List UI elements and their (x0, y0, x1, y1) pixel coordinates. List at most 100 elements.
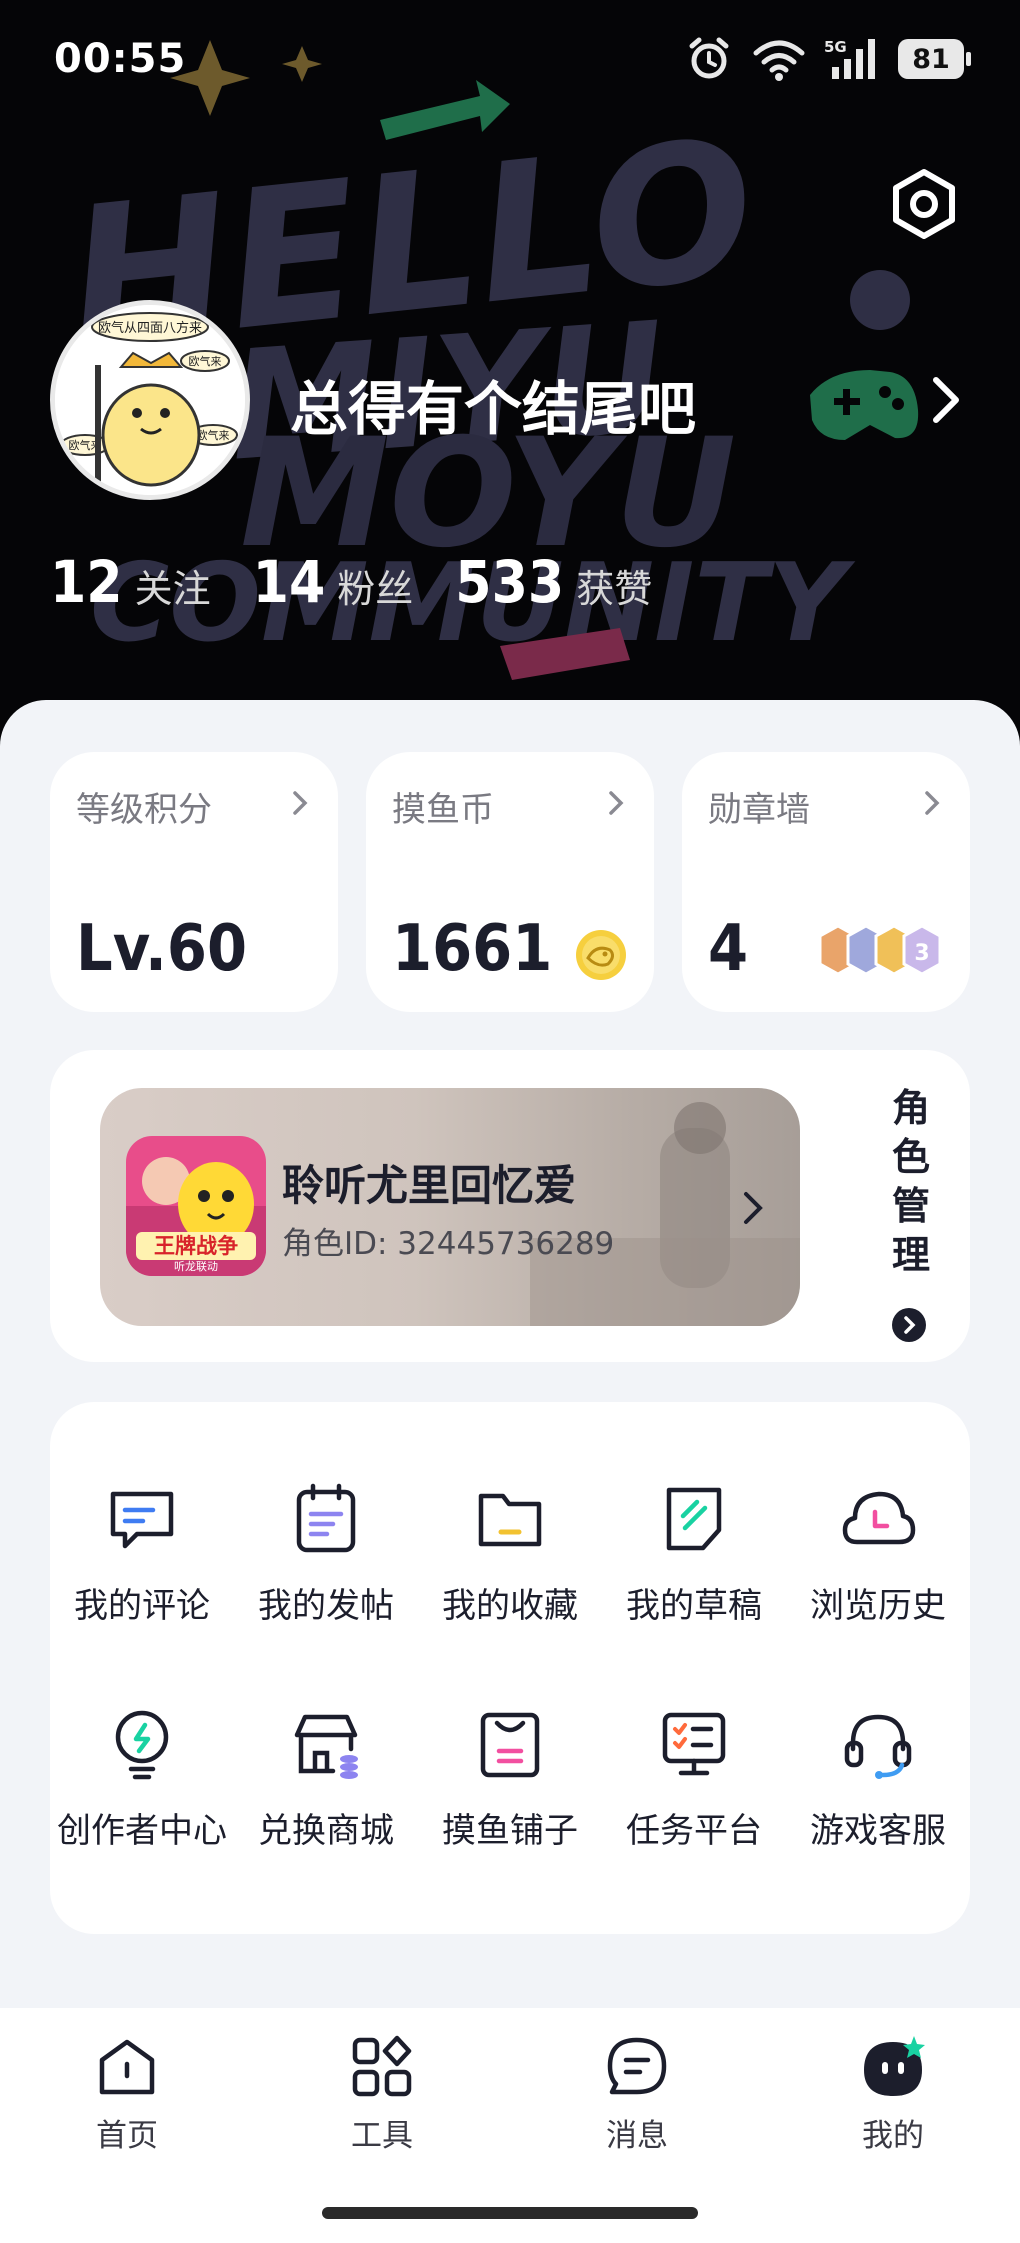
home-indicator[interactable] (322, 2207, 698, 2219)
headset-icon (844, 1714, 912, 1779)
nav-tools[interactable]: 工具 (302, 2034, 462, 2155)
chevron-right-icon (609, 791, 624, 815)
battery-level: 81 (912, 43, 950, 75)
my-drafts-item[interactable]: 我的草稿 (602, 1480, 786, 1627)
game-icon-subtitle: 听龙联动 (174, 1260, 218, 1273)
my-favorites-item[interactable]: 我的收藏 (418, 1480, 602, 1627)
avatar[interactable]: 欧气从四面八方来 欧气来 欧气来 欧气来 (50, 300, 250, 500)
moyu-coin-value: 1661 (392, 912, 553, 986)
chevron-right-icon (293, 791, 308, 815)
stat-likes-count: 533 (455, 548, 565, 616)
role-name: 聆听尤里回忆爱 (282, 1161, 577, 1210)
functions-card: 我的评论 我的发帖 我的收藏 我的草稿 浏览历史 创作者中心 兑换商城 摸鱼铺子… (50, 1402, 970, 1934)
avatar-bubble-3: 欧气来 (197, 428, 230, 442)
profile-stats: 12 关注 14 粉丝 533 获赞 (50, 548, 694, 616)
chevron-right-icon (925, 791, 940, 815)
chevron-right-icon[interactable] (922, 370, 970, 430)
game-support-label: 游戏客服 (810, 1811, 946, 1851)
status-bar: 00:55 5G 81 (0, 0, 1020, 120)
username[interactable]: 总得有个结尾吧 (290, 362, 696, 446)
svg-text:3: 3 (914, 941, 929, 966)
post-icon (296, 1483, 356, 1553)
nav-tools-label: 工具 (351, 2118, 413, 2154)
nav-messages-label: 消息 (606, 2118, 668, 2154)
exchange-mall-label: 兑换商城 (258, 1811, 394, 1851)
stat-followers[interactable]: 14 粉丝 (253, 548, 414, 616)
stat-followers-count: 14 (252, 548, 326, 616)
settings-icon[interactable] (886, 166, 962, 242)
history-item[interactable]: 浏览历史 (786, 1480, 970, 1627)
medal-wall-card[interactable]: 勋章墙 4 3 (682, 752, 970, 1012)
stat-following-label: 关注 (134, 567, 211, 611)
moyu-coin-title: 摸鱼币 (392, 790, 494, 830)
chevron-right-icon (744, 1192, 763, 1224)
stat-following-count: 12 (50, 548, 123, 616)
folder-icon (478, 1493, 542, 1547)
profile-header: HELLO MIYU MOYU COMMUNITY 00:55 5G 81 欧气… (0, 0, 1020, 760)
main-sheet: 等级积分 Lv.60 摸鱼币 1661 勋章墙 4 3 王牌战争 听龙联动 聆听… (0, 700, 1020, 2020)
game-icon: 王牌战争 听龙联动 (126, 1136, 266, 1276)
stat-followers-label: 粉丝 (337, 567, 414, 611)
level-points-title: 等级积分 (76, 790, 212, 830)
nav-messages[interactable]: 消息 (557, 2034, 717, 2155)
my-comments-item[interactable]: 我的评论 (50, 1480, 234, 1627)
moyu-store-label: 摸鱼铺子 (442, 1811, 578, 1851)
5g-signal-icon: 5G (824, 38, 875, 79)
game-icon-art: 王牌战争 听龙联动 (126, 1136, 266, 1276)
creator-center-item[interactable]: 创作者中心 (50, 1705, 234, 1852)
alarm-icon (689, 37, 729, 79)
stat-following[interactable]: 12 关注 (50, 548, 211, 616)
svg-text:5G: 5G (824, 38, 847, 56)
avatar-image: 欧气从四面八方来 欧气来 欧气来 欧气来 (55, 305, 245, 495)
status-icons: 5G 81 (684, 34, 971, 84)
shop-icon (294, 1714, 358, 1779)
nav-home-label: 首页 (96, 2118, 158, 2154)
stat-likes-label: 获赞 (576, 567, 653, 611)
history-label: 浏览历史 (810, 1586, 946, 1626)
avatar-bubble-1: 欧气来 (189, 354, 222, 368)
medal-wall-title: 勋章墙 (708, 790, 810, 830)
nav-me-label: 我的 (862, 2118, 924, 2154)
nav-home[interactable]: 首页 (47, 2034, 207, 2155)
level-value: Lv.60 (76, 912, 247, 986)
coin-icon (576, 930, 626, 980)
task-icon (662, 1712, 726, 1776)
moyu-coin-card[interactable]: 摸鱼币 1661 (366, 752, 654, 1012)
medals-icon: 3 (818, 924, 942, 976)
tools-icon (352, 2035, 412, 2097)
my-comments-label: 我的评论 (74, 1586, 210, 1626)
my-favorites-label: 我的收藏 (442, 1586, 578, 1626)
task-platform-item[interactable]: 任务平台 (602, 1705, 786, 1852)
history-icon (842, 1491, 916, 1545)
game-support-item[interactable]: 游戏客服 (786, 1705, 970, 1852)
level-points-card[interactable]: 等级积分 Lv.60 (50, 752, 338, 1012)
role-banner[interactable]: 王牌战争 听龙联动 聆听尤里回忆爱 角色ID: 32445736289 (100, 1088, 800, 1326)
message-icon (607, 2037, 667, 2095)
stat-likes[interactable]: 533 获赞 (455, 548, 652, 616)
my-drafts-label: 我的草稿 (626, 1586, 762, 1626)
comment-icon (110, 1491, 174, 1549)
functions-grid: 我的评论 我的发帖 我的收藏 我的草稿 浏览历史 创作者中心 兑换商城 摸鱼铺子… (50, 1480, 970, 1852)
creator-center-label: 创作者中心 (57, 1811, 227, 1851)
wifi-icon (753, 40, 805, 81)
nav-me[interactable]: 我的 (813, 2034, 973, 2155)
creator-icon (115, 1710, 169, 1780)
arrow-circle-icon[interactable] (892, 1308, 926, 1342)
medal-count: 4 (708, 912, 749, 986)
role-id: 角色ID: 32445736289 (282, 1226, 615, 1262)
exchange-mall-item[interactable]: 兑换商城 (234, 1705, 418, 1852)
role-card: 王牌战争 听龙联动 聆听尤里回忆爱 角色ID: 32445736289 角色管理 (50, 1050, 970, 1362)
role-manage-label[interactable]: 角色管理 (886, 1084, 936, 1280)
status-time: 00:55 (54, 36, 187, 82)
task-platform-label: 任务平台 (626, 1811, 762, 1851)
battery-icon: 81 (898, 39, 971, 79)
moyu-store-item[interactable]: 摸鱼铺子 (418, 1705, 602, 1852)
store-bag-icon (480, 1712, 540, 1778)
home-icon (99, 2039, 155, 2095)
profile-icon (864, 2036, 925, 2096)
avatar-bubble-main: 欧气从四面八方来 (98, 320, 202, 336)
my-posts-item[interactable]: 我的发帖 (234, 1480, 418, 1627)
game-icon-title: 王牌战争 (154, 1234, 238, 1258)
draft-icon (666, 1487, 722, 1551)
my-posts-label: 我的发帖 (258, 1586, 394, 1626)
